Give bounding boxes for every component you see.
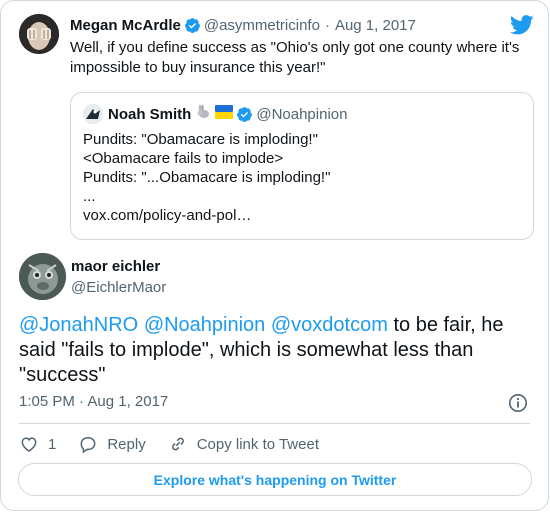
- tweet-timestamp[interactable]: 1:05 PM · Aug 1, 2017: [19, 393, 168, 410]
- rabbit-emoji: [195, 104, 211, 124]
- avatar: [83, 104, 103, 124]
- tweet-card: Megan McArdle @asymmetricinfo · Aug 1, 2…: [0, 0, 549, 511]
- explore-twitter-button[interactable]: Explore what's happening on Twitter: [18, 463, 532, 496]
- copy-link-label: Copy link to Tweet: [196, 435, 319, 453]
- twitter-bird-icon[interactable]: [510, 15, 534, 35]
- quoted-tweet-text: Pundits: "Obamacare is imploding!" <Obam…: [83, 130, 330, 225]
- like-button[interactable]: 1: [19, 434, 56, 454]
- verified-icon: [184, 17, 200, 33]
- reply-button[interactable]: Reply: [78, 434, 146, 454]
- tweet-text: @JonahNRO @Noahpinion @voxdotcom to be f…: [19, 313, 529, 388]
- quote-line: Pundits: "...Obamacare is imploding!": [83, 169, 331, 186]
- avatar[interactable]: [19, 253, 66, 300]
- quote-line: ...: [83, 188, 96, 205]
- author-name[interactable]: maor eichler: [71, 258, 160, 275]
- author-handle[interactable]: @EichlerMaor: [71, 279, 166, 296]
- quoted-tweet[interactable]: Noah Smith @Noahpinion Pundits: "Obamaca…: [70, 92, 534, 240]
- tweet-actions: 1 Reply Copy link to Tweet: [19, 433, 341, 455]
- reply-icon: [80, 437, 96, 454]
- quote-line: Pundits: "Obamacare is imploding!": [83, 131, 318, 148]
- quote-link[interactable]: vox.com/policy-and-pol…: [83, 206, 330, 225]
- like-count: 1: [48, 435, 57, 453]
- heart-icon: [21, 437, 37, 452]
- mention-link[interactable]: @voxdotcom: [271, 314, 388, 336]
- author-handle[interactable]: @asymmetricinfo: [204, 17, 320, 34]
- tweet-text: Well, if you define success as "Ohio's o…: [70, 39, 520, 76]
- mention-link[interactable]: @JonahNRO: [19, 314, 138, 336]
- author-handle: @Noahpinion: [256, 105, 348, 123]
- author-name[interactable]: Megan McArdle: [70, 17, 181, 34]
- verified-icon: [237, 106, 253, 122]
- separator-dot: ·: [324, 16, 330, 34]
- reply-label: Reply: [107, 435, 146, 453]
- link-icon: [171, 437, 184, 451]
- mention-link[interactable]: @Noahpinion: [144, 314, 266, 336]
- quote-line: <Obamacare fails to implode>: [83, 150, 284, 167]
- ukraine-flag-emoji: [215, 105, 234, 123]
- info-icon[interactable]: [508, 393, 528, 413]
- divider: [19, 423, 530, 424]
- avatar[interactable]: [19, 14, 59, 54]
- copy-link-button[interactable]: Copy link to Tweet: [168, 434, 319, 454]
- author-name: Noah Smith: [108, 105, 192, 123]
- tweet-date[interactable]: Aug 1, 2017: [335, 17, 416, 34]
